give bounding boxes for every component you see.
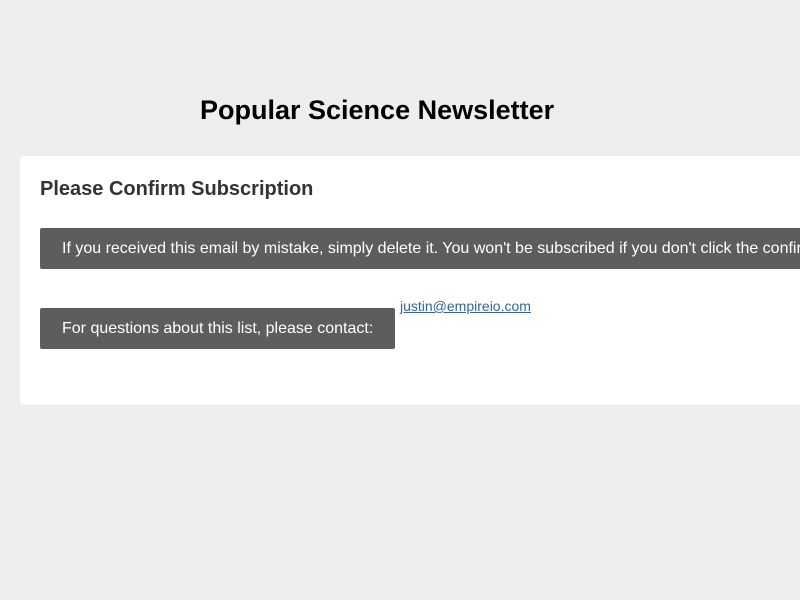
confirmation-card: Please Confirm Subscription If you recei…	[20, 156, 800, 405]
contact-info-bar: For questions about this list, please co…	[40, 308, 395, 349]
contact-email-link[interactable]: justin@empireio.com	[400, 298, 531, 314]
page: Popular Science Newsletter Please Confir…	[0, 0, 800, 600]
newsletter-title: Popular Science Newsletter	[200, 95, 555, 125]
contact-label: For questions about this list, please co…	[62, 320, 374, 337]
card-heading: Please Confirm Subscription	[40, 178, 314, 200]
mistake-notice-bar: If you received this email by mistake, s…	[40, 228, 800, 269]
mistake-notice-text: If you received this email by mistake, s…	[62, 240, 800, 257]
